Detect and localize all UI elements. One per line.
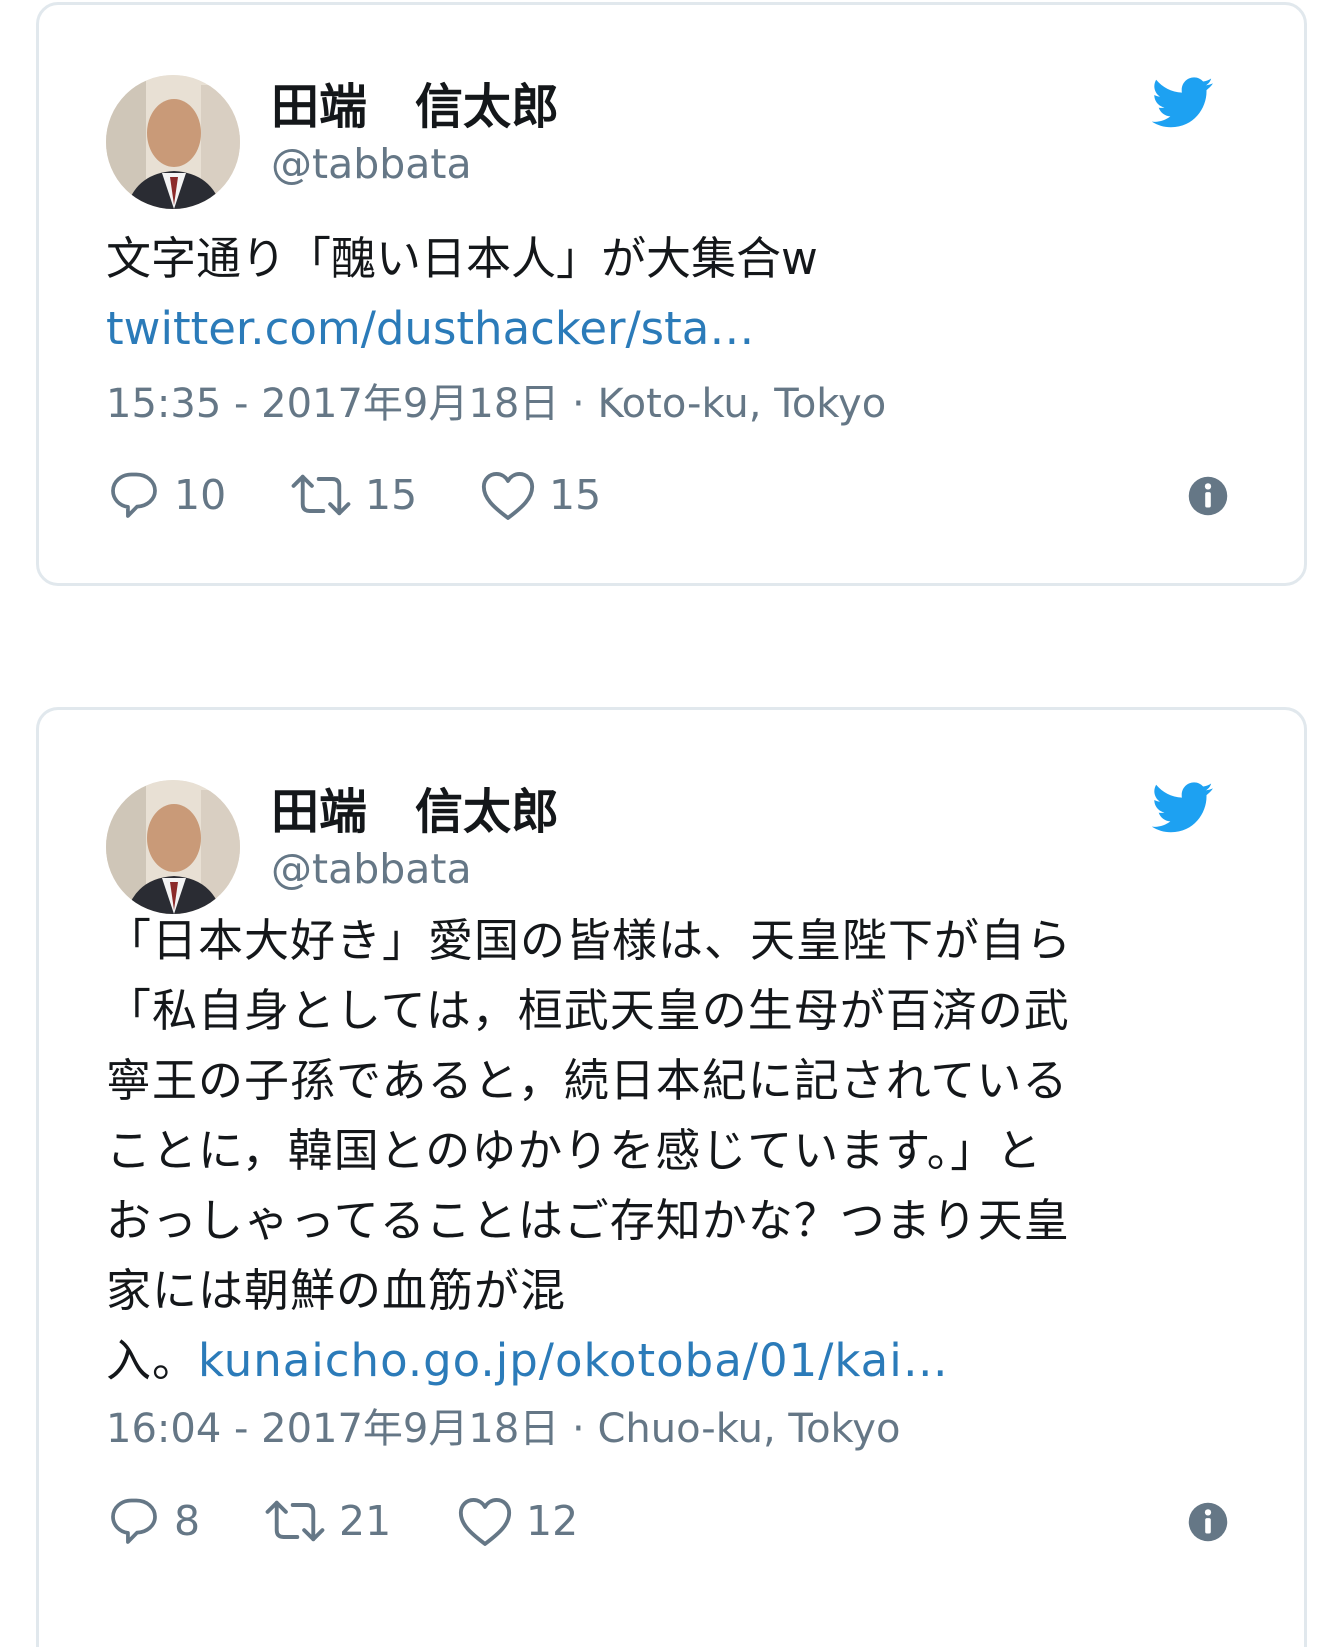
tweet-actions: 8 21 12 — [106, 1491, 1229, 1551]
tweet-text-line: 家には朝鮮の血筋が混 — [106, 1264, 567, 1317]
like-button[interactable]: 12 — [456, 1491, 578, 1551]
avatar[interactable] — [106, 780, 240, 914]
location[interactable]: Koto-ku, Tokyo — [597, 381, 886, 427]
tweet-text-line: 文字通り「醜い日本人」が大集合w — [106, 232, 818, 285]
timestamp[interactable]: 15:35 - 2017年9月18日 — [106, 381, 559, 427]
tweet-text-line: 寧王の子孫であると，続日本紀に記されている — [106, 1054, 1069, 1107]
tweet-text-tail: 入。 — [106, 1334, 199, 1387]
twitter-bird-icon[interactable] — [1152, 77, 1214, 129]
tweet-header: 田端 信太郎 @tabbata — [106, 780, 1256, 920]
tweet-card[interactable]: 田端 信太郎 @tabbata 「日本大好き」愛国の皆様は、天皇陛下が自ら 「私… — [36, 707, 1307, 1647]
info-icon[interactable] — [1187, 475, 1229, 517]
meta-separator: · — [559, 381, 598, 427]
reply-count: 10 — [174, 471, 227, 519]
retweet-button[interactable]: 21 — [263, 1491, 391, 1551]
retweet-count: 21 — [339, 1497, 392, 1545]
twitter-bird-icon[interactable] — [1152, 782, 1214, 834]
tweet-text-line: ことに，韓国とのゆかりを感じています。」と — [106, 1124, 1043, 1177]
retweet-icon — [265, 1500, 325, 1542]
timestamp[interactable]: 16:04 - 2017年9月18日 — [106, 1406, 559, 1452]
author-handle[interactable]: @tabbata — [271, 139, 472, 189]
tweet-header: 田端 信太郎 @tabbata — [106, 75, 1256, 215]
author-name[interactable]: 田端 信太郎 — [271, 77, 559, 137]
reply-button[interactable]: 8 — [106, 1491, 200, 1551]
retweet-icon — [291, 474, 351, 516]
tweet-text-line-with-link: 入。kunaicho.go.jp/okotoba/01/kai… — [106, 1326, 1216, 1396]
tweet-link[interactable]: kunaicho.go.jp/okotoba/01/kai… — [198, 1334, 949, 1387]
reply-count: 8 — [174, 1497, 201, 1545]
avatar[interactable] — [106, 75, 240, 209]
tweet-meta: 16:04 - 2017年9月18日 · Chuo-ku, Tokyo — [106, 1404, 900, 1454]
like-count: 12 — [526, 1497, 579, 1545]
heart-icon — [458, 1498, 512, 1546]
author-name[interactable]: 田端 信太郎 — [271, 782, 559, 842]
tweet-text-line: 「私自身としては，桓武天皇の生母が百済の武 — [106, 984, 1070, 1037]
retweet-button[interactable]: 15 — [289, 465, 417, 525]
reply-icon — [111, 472, 157, 518]
tweet-card[interactable]: 田端 信太郎 @tabbata 文字通り「醜い日本人」が大集合w twitter… — [36, 2, 1307, 586]
tweet-text: 「日本大好き」愛国の皆様は、天皇陛下が自ら 「私自身としては，桓武天皇の生母が百… — [106, 906, 1216, 1396]
reply-button[interactable]: 10 — [106, 465, 226, 525]
tweet-meta: 15:35 - 2017年9月18日 · Koto-ku, Tokyo — [106, 379, 886, 429]
meta-separator: · — [559, 1406, 598, 1452]
reply-icon — [111, 1498, 157, 1544]
tweet-text-line: 「日本大好き」愛国の皆様は、天皇陛下が自ら — [106, 914, 1073, 967]
tweet-actions: 10 15 15 — [106, 465, 1229, 525]
tweet-text: 文字通り「醜い日本人」が大集合w twitter.com/dusthacker/… — [106, 224, 1216, 364]
location[interactable]: Chuo-ku, Tokyo — [597, 1406, 900, 1452]
like-button[interactable]: 15 — [479, 465, 601, 525]
heart-icon — [481, 472, 535, 520]
tweet-link[interactable]: twitter.com/dusthacker/sta… — [106, 294, 1216, 364]
author-handle[interactable]: @tabbata — [271, 844, 472, 894]
info-icon[interactable] — [1187, 1501, 1229, 1543]
tweet-text-line: おっしゃってることはご存知かな？つまり天皇 — [106, 1194, 1070, 1247]
like-count: 15 — [549, 471, 602, 519]
retweet-count: 15 — [365, 471, 418, 519]
